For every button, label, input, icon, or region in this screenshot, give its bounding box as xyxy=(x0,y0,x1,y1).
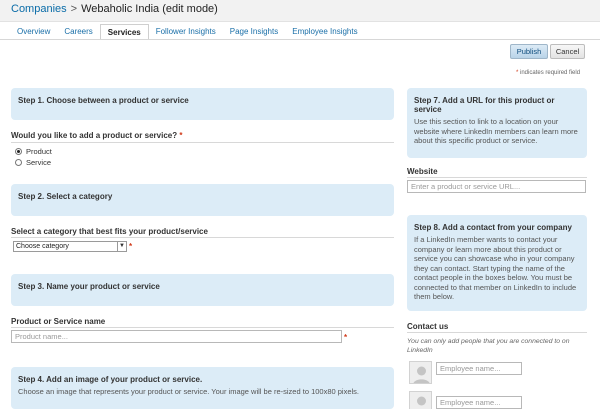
person-placeholder-icon xyxy=(413,366,430,383)
step8-title: Step 8. Add a contact from your company xyxy=(414,223,572,232)
employee-name-input[interactable]: Employee name... xyxy=(436,362,522,375)
step8-panel: Step 8. Add a contact from your company … xyxy=(407,215,587,311)
contact-us-label: Contact us xyxy=(407,322,449,331)
tab-employee-insights[interactable]: Employee Insights xyxy=(285,24,364,40)
tab-follower-insights[interactable]: Follower Insights xyxy=(149,24,223,40)
tab-overview[interactable]: Overview xyxy=(10,24,57,40)
breadcrumb: Companies > Webaholic India (edit mode) xyxy=(11,3,218,15)
step3-header: Step 3. Name your product or service xyxy=(11,274,394,306)
step2-header: Step 2. Select a category xyxy=(11,184,394,216)
step1-question-text: Would you like to add a product or servi… xyxy=(11,131,178,140)
required-field-note: * indicates required field xyxy=(516,70,580,76)
product-name-label: Product or Service name xyxy=(11,317,106,326)
divider xyxy=(11,142,394,143)
step7-panel: Step 7. Add a URL for this product or se… xyxy=(407,88,587,158)
breadcrumb-separator: > xyxy=(70,3,78,15)
tab-bar: Overview Careers Services Follower Insig… xyxy=(10,24,365,40)
category-select[interactable]: Choose category ▼ xyxy=(13,241,127,252)
required-star: * xyxy=(129,242,133,251)
divider xyxy=(11,237,394,238)
required-star: * xyxy=(344,333,348,342)
avatar xyxy=(409,391,432,409)
service-radio-label: Service xyxy=(26,158,52,167)
top-bar: Companies > Webaholic India (edit mode) xyxy=(0,0,600,22)
step4-title: Step 4. Add an image of your product or … xyxy=(18,375,203,384)
website-url-input[interactable]: Enter a product or service URL... xyxy=(407,180,586,193)
step2-title: Step 2. Select a category xyxy=(18,192,113,201)
step7-title: Step 7. Add a URL for this product or se… xyxy=(414,96,555,114)
person-placeholder-icon xyxy=(417,396,426,406)
step7-description: Use this section to link to a location o… xyxy=(414,117,578,145)
divider xyxy=(407,332,587,333)
website-label: Website xyxy=(407,167,438,176)
divider xyxy=(11,327,394,328)
step4-header: Step 4. Add an image of your product or … xyxy=(11,367,394,409)
step1-title: Step 1. Choose between a product or serv… xyxy=(18,96,189,105)
product-name-input[interactable]: Product name... xyxy=(11,330,342,343)
step3-title: Step 3. Name your product or service xyxy=(18,282,160,291)
avatar xyxy=(409,361,432,384)
required-star: * xyxy=(516,70,519,76)
category-label: Select a category that best fits your pr… xyxy=(11,227,208,236)
required-note-text: indicates required field xyxy=(520,70,581,76)
contact-note: You can only add people that you are con… xyxy=(407,338,570,354)
required-star: * xyxy=(179,131,183,140)
step1-question-label: Would you like to add a product or servi… xyxy=(11,131,182,140)
tab-page-insights[interactable]: Page Insights xyxy=(223,24,285,40)
publish-button[interactable]: Publish xyxy=(510,44,548,59)
product-radio-label: Product xyxy=(26,147,52,156)
cancel-button[interactable]: Cancel xyxy=(550,44,585,59)
product-radio[interactable] xyxy=(15,148,22,155)
option-product[interactable]: Product xyxy=(15,147,52,156)
page-title: Webaholic India (edit mode) xyxy=(81,3,218,15)
breadcrumb-companies-link[interactable]: Companies xyxy=(11,3,67,15)
chevron-down-icon[interactable]: ▼ xyxy=(117,242,126,251)
tab-services[interactable]: Services xyxy=(99,24,149,40)
tab-careers[interactable]: Careers xyxy=(57,24,99,40)
option-service[interactable]: Service xyxy=(15,158,51,167)
divider xyxy=(407,177,587,178)
category-select-value: Choose category xyxy=(16,243,69,250)
employee-name-input[interactable]: Employee name... xyxy=(436,396,522,409)
tab-divider xyxy=(0,39,600,40)
step4-description: Choose an image that represents your pro… xyxy=(18,387,360,396)
service-radio[interactable] xyxy=(15,159,22,166)
step8-description: If a LinkedIn member wants to contact yo… xyxy=(414,235,577,301)
step1-header: Step 1. Choose between a product or serv… xyxy=(11,88,394,120)
